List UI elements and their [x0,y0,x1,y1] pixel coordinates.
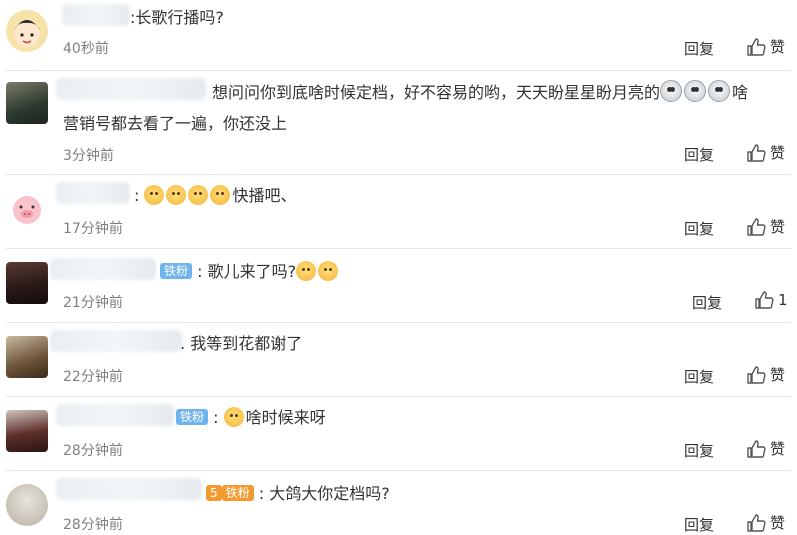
thumbs-up-icon [746,365,766,385]
comment-time: 21分钟前 [63,295,123,311]
comment-text: 5 铁粉 : 大鸽大你定档吗? [206,482,390,506]
comment-time: 40秒前 [63,41,109,57]
dog-emoji-icon [166,185,187,205]
dog-emoji-icon [318,261,339,281]
reply-button[interactable]: 回复 [684,514,714,535]
like-button[interactable]: 赞 [746,364,785,385]
comment-text-line2: 营销号都去看了一遍，你还没上 [63,114,288,133]
like-button[interactable]: 赞 [746,36,785,57]
fan-level-badge: 5 [206,485,222,501]
thumbs-up-icon [754,290,774,310]
dog-emoji-icon [223,407,244,427]
comment-item: 想问问你到底啥时候定档，好不容易的哟，天天盼星星盼月亮的啥 营销号都去看了一遍，… [0,72,797,176]
reply-button[interactable]: 回复 [692,292,722,313]
comment-text: 铁粉 : 歌儿来了吗? [160,260,340,284]
avatar[interactable] [6,262,48,304]
comment-time: 28分钟前 [63,517,123,533]
like-button[interactable]: 赞 [746,142,785,163]
emoji-icon [684,80,707,102]
reply-button[interactable]: 回复 [684,38,714,59]
username-blurred[interactable] [56,78,206,100]
dog-emoji-icon [296,261,317,281]
avatar[interactable] [6,10,48,52]
comment-text: 铁粉 : 啥时候来呀 [176,406,326,430]
fan-badge: 铁粉 [160,263,193,279]
comment-time: 28分钟前 [63,443,123,459]
comment-time: 22分钟前 [63,369,123,385]
comment-item: 铁粉 : 啥时候来呀 28分钟前 回复 赞 [0,398,797,472]
username-blurred[interactable] [56,478,202,500]
fan-badge: 铁粉 [176,409,209,425]
reply-button[interactable]: 回复 [684,144,714,165]
thumbs-up-icon [746,143,766,163]
username-blurred[interactable] [62,4,130,26]
username-blurred[interactable] [50,330,182,352]
dog-emoji-icon [144,185,165,205]
avatar[interactable] [6,484,48,526]
comment-item: . 我等到花都谢了 22分钟前 回复 赞 [0,324,797,398]
reply-button[interactable]: 回复 [684,218,714,239]
username-blurred[interactable] [56,404,174,426]
comment-text: :长歌行播吗? [130,8,224,27]
like-button[interactable]: 1 [754,290,788,310]
thumbs-up-icon [746,439,766,459]
emoji-icon [708,80,731,102]
reply-button[interactable]: 回复 [684,366,714,387]
comment-item: 5 铁粉 : 大鸽大你定档吗? 28分钟前 回复 赞 [0,472,797,535]
comment-item: : 快播吧、 17分钟前 回复 赞 [0,176,797,250]
username-blurred[interactable] [56,182,130,204]
thumbs-up-icon [746,217,766,237]
comment-text: . 我等到花都谢了 [180,334,303,353]
avatar[interactable] [6,188,48,230]
emoji-icon [660,80,683,102]
dog-emoji-icon [210,185,231,205]
thumbs-up-icon [746,513,766,533]
comment-time: 17分钟前 [63,221,123,237]
like-count: 1 [778,291,788,309]
comment-time: 3分钟前 [63,148,114,164]
avatar[interactable] [6,410,48,452]
reply-button[interactable]: 回复 [684,440,714,461]
like-button[interactable]: 赞 [746,438,785,459]
comment-text: : 快播吧、 [134,185,297,205]
dog-emoji-icon [188,185,209,205]
comment-item: 铁粉 : 歌儿来了吗? 21分钟前 回复 1 [0,250,797,324]
comment-text: 想问问你到底啥时候定档，好不容易的哟，天天盼星星盼月亮的啥 [212,80,748,105]
username-blurred[interactable] [50,258,156,280]
like-button[interactable]: 赞 [746,512,785,533]
like-button[interactable]: 赞 [746,216,785,237]
fan-badge: 铁粉 [221,485,254,501]
thumbs-up-icon [746,37,766,57]
comment-item: :长歌行播吗? 40秒前 回复 赞 [0,0,797,72]
avatar[interactable] [6,336,48,378]
avatar[interactable] [6,82,48,124]
